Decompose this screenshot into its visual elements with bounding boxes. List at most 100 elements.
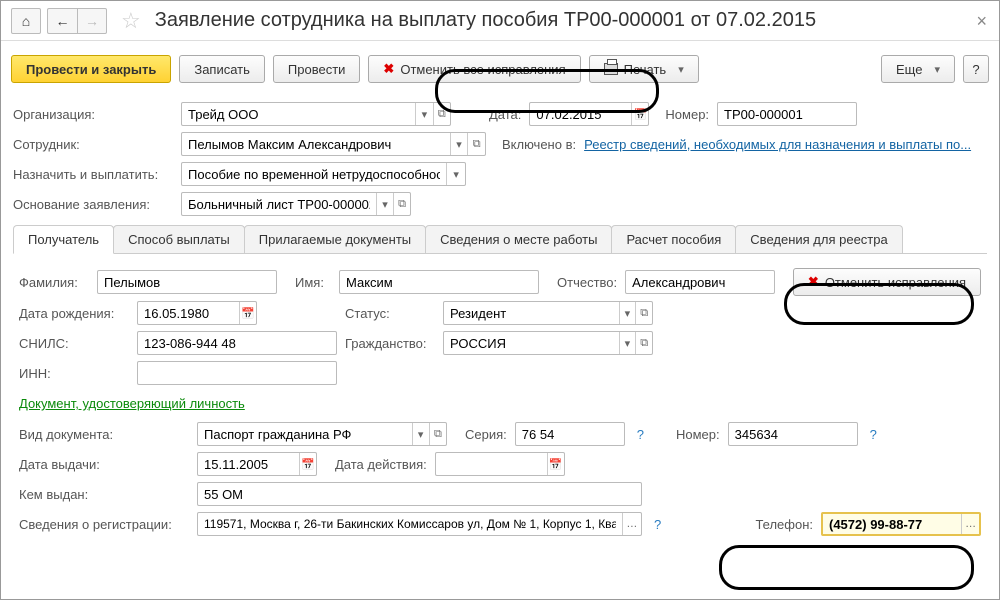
- series-label: Серия:: [465, 427, 507, 442]
- org-field[interactable]: ▾ ⧉: [181, 102, 451, 126]
- reg-field[interactable]: …: [197, 512, 642, 536]
- titlebar: ⌂ ← → ☆ Заявление сотрудника на выплату …: [1, 1, 999, 41]
- post-and-close-button[interactable]: Провести и закрыть: [11, 55, 171, 83]
- tab-body-recipient: Фамилия: Имя: Отчество: ✖ Отменить испра…: [13, 254, 987, 551]
- open-icon[interactable]: ⧉: [433, 103, 450, 125]
- date-input[interactable]: [530, 103, 631, 125]
- doc-type-label: Вид документа:: [19, 427, 189, 442]
- valid-field[interactable]: [435, 452, 565, 476]
- forward-button[interactable]: →: [77, 8, 107, 34]
- basis-field[interactable]: ▾ ⧉: [181, 192, 411, 216]
- basis-input[interactable]: [182, 193, 376, 215]
- open-icon[interactable]: ⧉: [635, 302, 652, 324]
- inn-field[interactable]: [137, 361, 337, 385]
- back-button[interactable]: ←: [47, 8, 77, 34]
- cancel-icon: ✖: [383, 61, 394, 77]
- status-label: Статус:: [345, 306, 435, 321]
- close-icon[interactable]: ×: [976, 11, 987, 32]
- number-field[interactable]: [728, 422, 858, 446]
- header-form: Организация: ▾ ⧉ Дата: Номер: Сотрудник:…: [1, 93, 999, 563]
- included-label: Включено в:: [502, 137, 576, 152]
- calendar-icon[interactable]: [631, 103, 648, 125]
- citizenship-field[interactable]: ▾ ⧉: [443, 331, 653, 355]
- help-icon[interactable]: ?: [650, 517, 665, 532]
- calendar-icon[interactable]: [547, 453, 564, 475]
- tab-work[interactable]: Сведения о месте работы: [425, 225, 612, 253]
- open-icon[interactable]: ⧉: [467, 133, 485, 155]
- post-button[interactable]: Провести: [273, 55, 361, 83]
- assign-field[interactable]: ▾: [181, 162, 466, 186]
- lastname-field[interactable]: [97, 270, 277, 294]
- patronymic-label: Отчество:: [557, 275, 617, 290]
- inn-label: ИНН:: [19, 366, 129, 381]
- dropdown-icon[interactable]: ▾: [376, 193, 393, 215]
- num-input[interactable]: [718, 103, 856, 125]
- dropdown-icon[interactable]: ▾: [446, 163, 465, 185]
- dropdown-icon[interactable]: ▾: [619, 332, 636, 354]
- citizenship-label: Гражданство:: [345, 336, 435, 351]
- issue-date-label: Дата выдачи:: [19, 457, 189, 472]
- doc-type-field[interactable]: ▾ ⧉: [197, 422, 447, 446]
- tab-calc[interactable]: Расчет пособия: [611, 225, 736, 253]
- emp-label: Сотрудник:: [13, 137, 173, 152]
- tab-payment[interactable]: Способ выплаты: [113, 225, 245, 253]
- calendar-icon[interactable]: [239, 302, 256, 324]
- issue-date-field[interactable]: [197, 452, 317, 476]
- tab-recipient[interactable]: Получатель: [13, 225, 114, 254]
- home-button[interactable]: ⌂: [11, 8, 41, 34]
- ellipsis-icon[interactable]: …: [622, 513, 641, 535]
- org-input[interactable]: [182, 103, 415, 125]
- assign-input[interactable]: [182, 163, 446, 185]
- dropdown-icon[interactable]: ▾: [450, 133, 468, 155]
- issued-by-field[interactable]: [197, 482, 642, 506]
- valid-label: Дата действия:: [335, 457, 427, 472]
- favorite-star-icon[interactable]: ☆: [121, 8, 141, 34]
- open-icon[interactable]: ⧉: [393, 193, 410, 215]
- print-button[interactable]: Печать: [589, 55, 699, 83]
- cancel-all-fixes-button[interactable]: ✖ Отменить все исправления: [368, 55, 580, 83]
- series-field[interactable]: [515, 422, 625, 446]
- help-icon[interactable]: ?: [633, 427, 648, 442]
- calendar-icon[interactable]: [299, 453, 316, 475]
- tab-registry[interactable]: Сведения для реестра: [735, 225, 902, 253]
- included-link[interactable]: Реестр сведений, необходимых для назначе…: [584, 137, 971, 152]
- dob-field[interactable]: [137, 301, 257, 325]
- nav-group: ← →: [47, 8, 107, 34]
- open-icon[interactable]: ⧉: [429, 423, 446, 445]
- snils-field[interactable]: [137, 331, 337, 355]
- ellipsis-icon[interactable]: …: [961, 514, 979, 534]
- more-button[interactable]: Еще: [881, 55, 955, 83]
- cancel-fixes-button[interactable]: ✖ Отменить исправления: [793, 268, 981, 296]
- help-button[interactable]: ?: [963, 55, 989, 83]
- help-icon[interactable]: ?: [866, 427, 881, 442]
- dropdown-icon[interactable]: ▾: [619, 302, 636, 324]
- record-button[interactable]: Записать: [179, 55, 265, 83]
- date-label: Дата:: [489, 107, 521, 122]
- phone-label: Телефон:: [755, 517, 813, 532]
- cancel-all-label: Отменить все исправления: [400, 62, 565, 77]
- cancel-fixes-label: Отменить исправления: [825, 275, 966, 290]
- doc-section-link[interactable]: Документ, удостоверяющий личность: [19, 396, 245, 411]
- snils-label: СНИЛС:: [19, 336, 129, 351]
- reg-label: Сведения о регистрации:: [19, 517, 189, 532]
- issued-by-label: Кем выдан:: [19, 487, 189, 502]
- status-field[interactable]: ▾ ⧉: [443, 301, 653, 325]
- open-icon[interactable]: ⧉: [635, 332, 652, 354]
- date-field[interactable]: [529, 102, 649, 126]
- printer-icon: [604, 63, 618, 75]
- emp-field[interactable]: ▾ ⧉: [181, 132, 486, 156]
- dropdown-icon[interactable]: ▾: [415, 103, 432, 125]
- tab-bar: Получатель Способ выплаты Прилагаемые до…: [13, 225, 987, 254]
- tab-docs[interactable]: Прилагаемые документы: [244, 225, 426, 253]
- dropdown-icon[interactable]: ▾: [412, 423, 429, 445]
- phone-field[interactable]: …: [821, 512, 981, 536]
- num-field[interactable]: [717, 102, 857, 126]
- org-label: Организация:: [13, 107, 173, 122]
- patronymic-field[interactable]: [625, 270, 775, 294]
- firstname-field[interactable]: [339, 270, 539, 294]
- emp-input[interactable]: [182, 133, 450, 155]
- application-window: ⌂ ← → ☆ Заявление сотрудника на выплату …: [0, 0, 1000, 600]
- dob-label: Дата рождения:: [19, 306, 129, 321]
- number-label: Номер:: [676, 427, 720, 442]
- print-label: Печать: [624, 62, 667, 77]
